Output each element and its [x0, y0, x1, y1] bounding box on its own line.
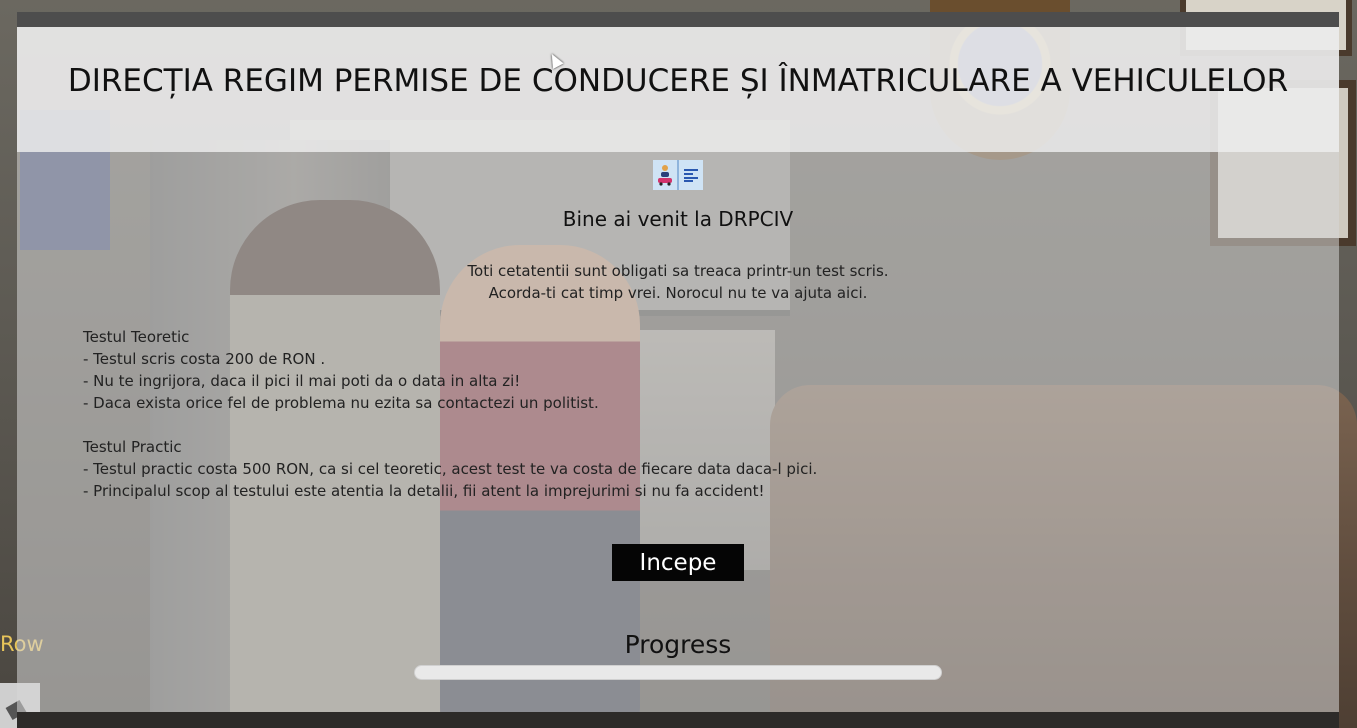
rule-item: - Nu te ingrijora, daca il pici il mai p…	[83, 372, 521, 390]
progress-label: Progress	[624, 630, 732, 659]
align-left-icon	[679, 160, 703, 190]
welcome-heading: Bine ai venit la DRPCIV	[562, 207, 794, 231]
progress-bar	[414, 665, 942, 680]
rule-item: - Testul practic costa 500 RON, ca si ce…	[83, 460, 818, 478]
drpciv-logo	[653, 160, 703, 190]
page-title: DIRECȚIA REGIM PERMISE DE CONDUCERE ȘI Î…	[67, 63, 1289, 99]
panel-header: DIRECȚIA REGIM PERMISE DE CONDUCERE ȘI Î…	[17, 27, 1339, 152]
drpciv-panel: DIRECȚIA REGIM PERMISE DE CONDUCERE ȘI Î…	[17, 27, 1339, 712]
test-rules: Testul Teoretic - Testul scris costa 200…	[83, 326, 817, 502]
rule-item: - Principalul scop al testului este aten…	[83, 482, 765, 500]
panel-top-bar	[17, 12, 1339, 27]
intro-line: Toti cetatentii sunt obligati sa treaca …	[467, 262, 889, 280]
panel-bottom-strip	[17, 712, 1339, 728]
intro-line: Acorda-ti cat timp vrei. Norocul nu te v…	[488, 284, 868, 302]
rule-item: - Testul scris costa 200 de RON .	[83, 350, 326, 368]
theory-title: Testul Teoretic	[83, 328, 190, 346]
practical-title: Testul Practic	[83, 438, 182, 456]
intro-text: Toti cetatentii sunt obligati sa treaca …	[17, 260, 1339, 304]
rule-item: - Daca exista orice fel de problema nu e…	[83, 394, 599, 412]
person-car-icon	[653, 160, 677, 190]
start-button[interactable]: Incepe	[612, 544, 744, 581]
